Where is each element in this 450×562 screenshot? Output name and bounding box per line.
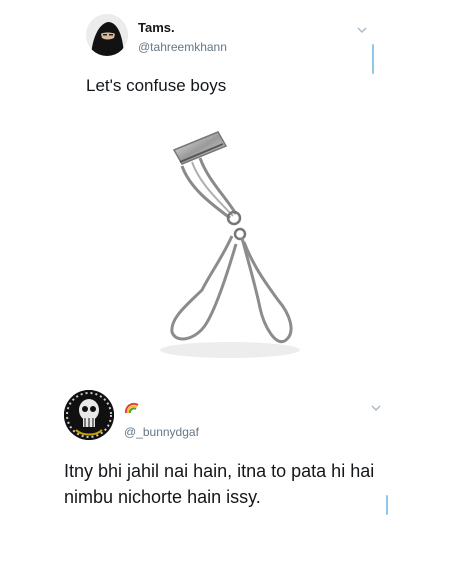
tweet-media[interactable]: [130, 118, 320, 368]
handle[interactable]: @tahreemkhann: [138, 40, 227, 54]
thread-line: [386, 495, 388, 515]
chevron-down-icon[interactable]: [356, 24, 368, 36]
tweet-text: Let's confuse boys: [86, 76, 227, 95]
thread-line: [372, 44, 374, 74]
tweet-original: Tams. @tahreemkhann Let's confuse boys: [0, 0, 450, 375]
handle[interactable]: @_bunnydgaf: [124, 425, 199, 439]
tweet-text: Itny bhi jahil nai hain, itna to pata hi…: [64, 461, 375, 507]
avatar-image-icon: [86, 14, 128, 56]
tweet-reply: @_bunnydgaf Itny bhi jahil nai hain, itn…: [0, 375, 450, 562]
chevron-down-icon[interactable]: [370, 402, 382, 414]
eyelash-curler-image: [160, 131, 300, 358]
avatar[interactable]: [86, 14, 128, 56]
skull-avatar-icon: [64, 390, 114, 440]
display-name[interactable]: Tams.: [138, 20, 175, 35]
rainbow-emoji: [124, 400, 140, 414]
avatar[interactable]: [64, 390, 114, 440]
